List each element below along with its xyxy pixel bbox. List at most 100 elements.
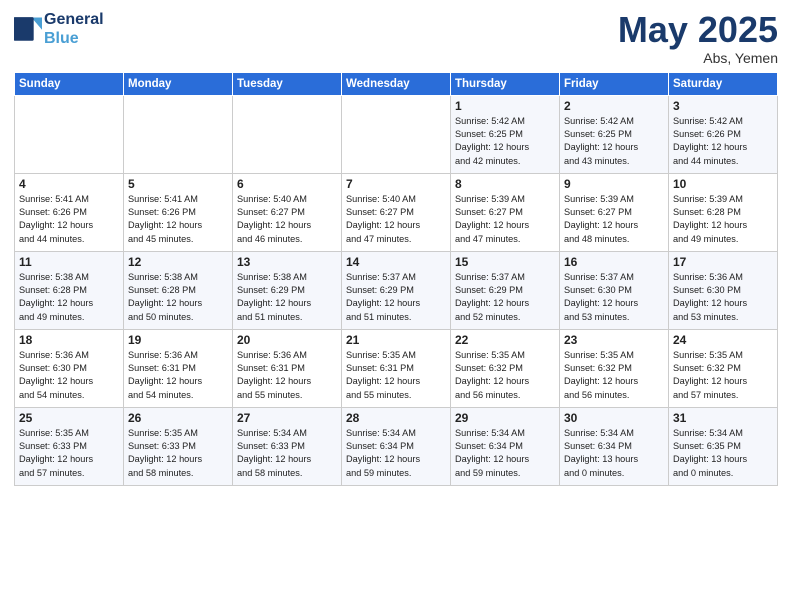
- month-title: May 2025: [618, 10, 778, 50]
- day-number: 10: [673, 177, 773, 191]
- day-number: 14: [346, 255, 446, 269]
- day-cell: 30 Sunrise: 5:34 AM Sunset: 6:34 PM Dayli…: [560, 407, 669, 485]
- header-row: SundayMondayTuesdayWednesdayThursdayFrid…: [15, 72, 778, 95]
- day-info: Sunrise: 5:36 AM Sunset: 6:30 PM Dayligh…: [673, 271, 773, 324]
- day-info: Sunrise: 5:42 AM Sunset: 6:26 PM Dayligh…: [673, 115, 773, 168]
- day-info: Sunrise: 5:34 AM Sunset: 6:34 PM Dayligh…: [346, 427, 446, 480]
- day-cell: 29 Sunrise: 5:34 AM Sunset: 6:34 PM Dayli…: [451, 407, 560, 485]
- day-info: Sunrise: 5:34 AM Sunset: 6:35 PM Dayligh…: [673, 427, 773, 480]
- day-number: 28: [346, 411, 446, 425]
- day-number: 15: [455, 255, 555, 269]
- day-info: Sunrise: 5:35 AM Sunset: 6:32 PM Dayligh…: [455, 349, 555, 402]
- day-number: 1: [455, 99, 555, 113]
- day-number: 6: [237, 177, 337, 191]
- day-cell: 14 Sunrise: 5:37 AM Sunset: 6:29 PM Dayli…: [342, 251, 451, 329]
- day-cell: [233, 95, 342, 173]
- title-area: May 2025 Abs, Yemen: [618, 10, 778, 66]
- day-cell: 13Sunrise: 5:38 AM Sunset: 6:29 PM Dayli…: [233, 251, 342, 329]
- day-info: Sunrise: 5:39 AM Sunset: 6:27 PM Dayligh…: [564, 193, 664, 246]
- day-cell: 7 Sunrise: 5:40 AM Sunset: 6:27 PM Daylig…: [342, 173, 451, 251]
- day-info: Sunrise: 5:40 AM Sunset: 6:27 PM Dayligh…: [237, 193, 337, 246]
- day-cell: 4 Sunrise: 5:41 AM Sunset: 6:26 PM Daylig…: [15, 173, 124, 251]
- calendar-table: SundayMondayTuesdayWednesdayThursdayFrid…: [14, 72, 778, 486]
- day-cell: 2 Sunrise: 5:42 AM Sunset: 6:25 PM Daylig…: [560, 95, 669, 173]
- day-cell: 20Sunrise: 5:36 AM Sunset: 6:31 PM Dayli…: [233, 329, 342, 407]
- day-number: 23: [564, 333, 664, 347]
- day-info: Sunrise: 5:39 AM Sunset: 6:27 PM Dayligh…: [455, 193, 555, 246]
- day-number: 24: [673, 333, 773, 347]
- day-number: 21: [346, 333, 446, 347]
- day-info: Sunrise: 5:40 AM Sunset: 6:27 PM Dayligh…: [346, 193, 446, 246]
- page: General Blue May 2025 Abs, Yemen SundayM…: [0, 0, 792, 612]
- day-cell: 25Sunrise: 5:35 AM Sunset: 6:33 PM Dayli…: [15, 407, 124, 485]
- day-number: 29: [455, 411, 555, 425]
- logo-line1: General: [44, 10, 104, 29]
- day-number: 13: [237, 255, 337, 269]
- day-number: 8: [455, 177, 555, 191]
- day-number: 7: [346, 177, 446, 191]
- day-cell: 27 Sunrise: 5:34 AM Sunset: 6:33 PM Dayli…: [233, 407, 342, 485]
- day-info: Sunrise: 5:37 AM Sunset: 6:30 PM Dayligh…: [564, 271, 664, 324]
- week-row-5: 25Sunrise: 5:35 AM Sunset: 6:33 PM Dayli…: [15, 407, 778, 485]
- day-cell: 16 Sunrise: 5:37 AM Sunset: 6:30 PM Dayli…: [560, 251, 669, 329]
- day-cell: 5 Sunrise: 5:41 AM Sunset: 6:26 PM Daylig…: [124, 173, 233, 251]
- day-number: 11: [19, 255, 119, 269]
- day-info: Sunrise: 5:34 AM Sunset: 6:34 PM Dayligh…: [564, 427, 664, 480]
- day-number: 18: [19, 333, 119, 347]
- header-day-sunday: Sunday: [15, 72, 124, 95]
- day-info: Sunrise: 5:36 AM Sunset: 6:31 PM Dayligh…: [128, 349, 228, 402]
- day-info: Sunrise: 5:37 AM Sunset: 6:29 PM Dayligh…: [455, 271, 555, 324]
- day-info: Sunrise: 5:41 AM Sunset: 6:26 PM Dayligh…: [19, 193, 119, 246]
- week-row-3: 11 Sunrise: 5:38 AM Sunset: 6:28 PM Dayli…: [15, 251, 778, 329]
- day-cell: 22 Sunrise: 5:35 AM Sunset: 6:32 PM Dayli…: [451, 329, 560, 407]
- day-info: Sunrise: 5:34 AM Sunset: 6:33 PM Dayligh…: [237, 427, 337, 480]
- day-number: 22: [455, 333, 555, 347]
- day-cell: 3Sunrise: 5:42 AM Sunset: 6:26 PM Daylig…: [669, 95, 778, 173]
- header-day-wednesday: Wednesday: [342, 72, 451, 95]
- header: General Blue May 2025 Abs, Yemen: [14, 10, 778, 66]
- week-row-2: 4 Sunrise: 5:41 AM Sunset: 6:26 PM Daylig…: [15, 173, 778, 251]
- day-cell: 26Sunrise: 5:35 AM Sunset: 6:33 PM Dayli…: [124, 407, 233, 485]
- day-number: 9: [564, 177, 664, 191]
- logo: General Blue: [14, 10, 104, 48]
- day-cell: 31Sunrise: 5:34 AM Sunset: 6:35 PM Dayli…: [669, 407, 778, 485]
- day-number: 5: [128, 177, 228, 191]
- day-cell: 23 Sunrise: 5:35 AM Sunset: 6:32 PM Dayli…: [560, 329, 669, 407]
- day-info: Sunrise: 5:38 AM Sunset: 6:28 PM Dayligh…: [128, 271, 228, 324]
- header-day-friday: Friday: [560, 72, 669, 95]
- day-number: 30: [564, 411, 664, 425]
- day-info: Sunrise: 5:42 AM Sunset: 6:25 PM Dayligh…: [564, 115, 664, 168]
- day-cell: 11 Sunrise: 5:38 AM Sunset: 6:28 PM Dayli…: [15, 251, 124, 329]
- logo-icon: [14, 14, 42, 42]
- day-cell: 24Sunrise: 5:35 AM Sunset: 6:32 PM Dayli…: [669, 329, 778, 407]
- calendar-body: 1 Sunrise: 5:42 AM Sunset: 6:25 PM Daylig…: [15, 95, 778, 485]
- day-cell: [15, 95, 124, 173]
- calendar-header: SundayMondayTuesdayWednesdayThursdayFrid…: [15, 72, 778, 95]
- day-info: Sunrise: 5:36 AM Sunset: 6:30 PM Dayligh…: [19, 349, 119, 402]
- day-cell: 6 Sunrise: 5:40 AM Sunset: 6:27 PM Daylig…: [233, 173, 342, 251]
- day-number: 19: [128, 333, 228, 347]
- day-number: 2: [564, 99, 664, 113]
- day-info: Sunrise: 5:39 AM Sunset: 6:28 PM Dayligh…: [673, 193, 773, 246]
- day-info: Sunrise: 5:41 AM Sunset: 6:26 PM Dayligh…: [128, 193, 228, 246]
- day-number: 20: [237, 333, 337, 347]
- day-info: Sunrise: 5:35 AM Sunset: 6:31 PM Dayligh…: [346, 349, 446, 402]
- header-day-monday: Monday: [124, 72, 233, 95]
- day-cell: 18 Sunrise: 5:36 AM Sunset: 6:30 PM Dayli…: [15, 329, 124, 407]
- day-cell: 19 Sunrise: 5:36 AM Sunset: 6:31 PM Dayli…: [124, 329, 233, 407]
- header-day-tuesday: Tuesday: [233, 72, 342, 95]
- day-cell: 21 Sunrise: 5:35 AM Sunset: 6:31 PM Dayli…: [342, 329, 451, 407]
- day-info: Sunrise: 5:38 AM Sunset: 6:28 PM Dayligh…: [19, 271, 119, 324]
- day-info: Sunrise: 5:37 AM Sunset: 6:29 PM Dayligh…: [346, 271, 446, 324]
- day-info: Sunrise: 5:34 AM Sunset: 6:34 PM Dayligh…: [455, 427, 555, 480]
- day-number: 25: [19, 411, 119, 425]
- day-number: 27: [237, 411, 337, 425]
- day-cell: 8 Sunrise: 5:39 AM Sunset: 6:27 PM Daylig…: [451, 173, 560, 251]
- day-info: Sunrise: 5:42 AM Sunset: 6:25 PM Dayligh…: [455, 115, 555, 168]
- day-number: 16: [564, 255, 664, 269]
- day-cell: [342, 95, 451, 173]
- day-info: Sunrise: 5:35 AM Sunset: 6:32 PM Dayligh…: [564, 349, 664, 402]
- week-row-1: 1 Sunrise: 5:42 AM Sunset: 6:25 PM Daylig…: [15, 95, 778, 173]
- day-cell: 17Sunrise: 5:36 AM Sunset: 6:30 PM Dayli…: [669, 251, 778, 329]
- day-number: 4: [19, 177, 119, 191]
